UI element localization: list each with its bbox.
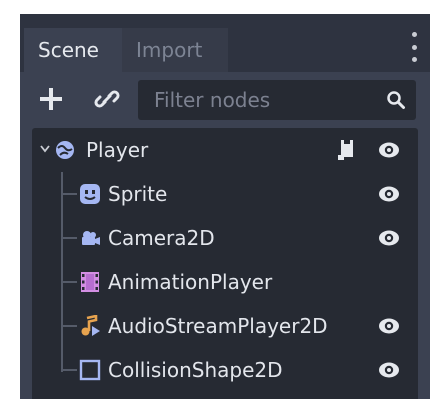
- dock-tab-bar: Scene Import: [20, 14, 430, 72]
- tree-item-audiostreamplayer2d[interactable]: AudioStreamPlayer2D: [32, 304, 418, 348]
- chevron-down-icon[interactable]: [40, 145, 50, 153]
- tab-import[interactable]: Import: [122, 28, 228, 72]
- scene-dock: Scene Import Filter nodes Player Sprite …: [20, 14, 430, 399]
- node2d-globe-icon: [56, 141, 74, 159]
- visibility-eye-icon[interactable]: [376, 228, 402, 248]
- visibility-eye-icon[interactable]: [376, 140, 402, 160]
- filter-nodes-field: [138, 80, 416, 120]
- search-icon: [387, 91, 405, 109]
- instance-scene-button[interactable]: [90, 82, 124, 116]
- camera2d-icon: [82, 231, 100, 245]
- visibility-eye-icon[interactable]: [376, 360, 402, 380]
- plus-icon: [40, 88, 62, 110]
- scene-toolbar: [20, 72, 430, 128]
- animation-player-icon: [81, 272, 99, 292]
- tree-item-label: Camera2D: [108, 226, 215, 250]
- tree-item-sprite[interactable]: Sprite: [32, 172, 418, 216]
- tree-item-label: CollisionShape2D: [108, 358, 283, 382]
- tree-item-camera2d[interactable]: Camera2D: [32, 216, 418, 260]
- visibility-eye-icon[interactable]: [376, 316, 402, 336]
- tree-item-label: Player: [86, 138, 149, 162]
- tab-scene[interactable]: Scene: [24, 28, 122, 72]
- visibility-eye-icon[interactable]: [376, 184, 402, 204]
- sprite-icon: [80, 184, 100, 204]
- collision-shape-icon: [79, 359, 101, 381]
- tree-item-label: AnimationPlayer: [108, 270, 273, 294]
- tree-item-label: Sprite: [108, 182, 168, 206]
- script-icon[interactable]: [336, 138, 356, 162]
- scene-tree: Player Sprite Camera2D AnimationPlayer A…: [32, 128, 418, 399]
- tree-item-collisionshape2d[interactable]: CollisionShape2D: [32, 348, 418, 392]
- dock-menu-icon[interactable]: [410, 32, 418, 62]
- tree-item-player[interactable]: Player: [32, 128, 418, 172]
- add-node-button[interactable]: [34, 82, 68, 116]
- tree-item-animationplayer[interactable]: AnimationPlayer: [32, 260, 418, 304]
- tree-item-label: AudioStreamPlayer2D: [108, 314, 328, 338]
- link-icon: [94, 90, 120, 108]
- filter-nodes-input[interactable]: [138, 80, 378, 120]
- audio-stream-player-icon: [81, 315, 100, 336]
